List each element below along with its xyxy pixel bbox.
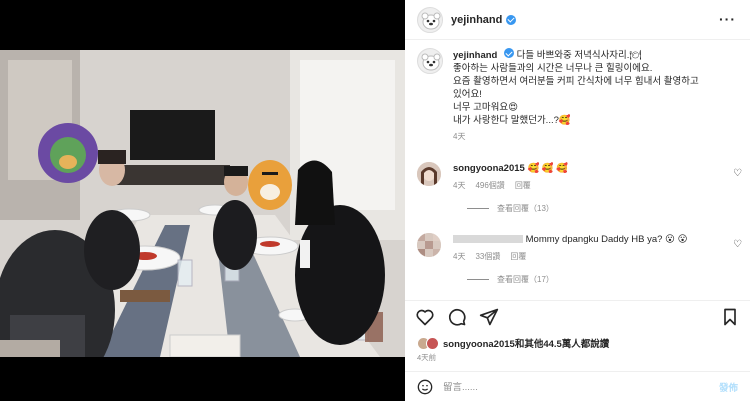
likes-summary[interactable]: songyoona2015和其他44.5萬人都說讚	[417, 336, 609, 350]
reply-button[interactable]: 回覆	[515, 181, 531, 190]
author-username[interactable]: yejinhand	[451, 14, 502, 26]
comment-likes[interactable]: 496個讚	[475, 181, 504, 190]
post-actions-section: songyoona2015和其他44.5萬人都說讚 4天前 發佈	[405, 300, 750, 401]
commenter-avatar[interactable]	[417, 162, 441, 186]
post-comment-button[interactable]: 發佈	[719, 380, 738, 394]
comment-time: 4天	[453, 181, 466, 190]
view-replies-label: 查看回覆（17）	[497, 275, 554, 284]
verified-badge-icon	[503, 48, 514, 58]
view-replies-button[interactable]: 查看回覆（13）	[467, 203, 742, 214]
caption-line: 있어요!	[453, 89, 482, 100]
comment-time: 4天	[453, 252, 466, 261]
comment-bubble-icon[interactable]	[447, 307, 467, 327]
comment-item: Mommy dpangku Daddy HB ya? 😮 😮 ♡ 4天 33個讚 回…	[417, 233, 742, 285]
posted-time: 4天前	[417, 353, 437, 362]
action-buttons	[415, 307, 499, 327]
comment-username[interactable]: songyoona2015	[453, 163, 525, 174]
author-avatar[interactable]	[417, 6, 443, 33]
reply-button[interactable]: 回覆	[510, 252, 526, 261]
view-replies-label: 查看回覆（13）	[497, 204, 554, 213]
caption-line: 요즘 촬영하면서 여러분들 커피 간식차에 너무 힘내서 촬영하고	[453, 76, 699, 87]
likes-rest[interactable]: 和其他44.5萬人都說讚	[515, 339, 610, 350]
post-header: yejinhand ···	[405, 0, 750, 40]
divider	[467, 279, 489, 280]
heart-outline-icon[interactable]: ♡	[733, 168, 742, 179]
post-caption: yejinhand 다들 바쁘와중 저녁식사자리.🍽 좋아하는 사람들과의 시간…	[417, 48, 742, 142]
caption-line: 다들 바쁘와중 저녁식사자리.🍽	[516, 50, 642, 61]
share-send-icon[interactable]	[479, 307, 499, 327]
comment-text: Mommy dpangku Daddy HB ya? 😮 😮	[525, 234, 688, 245]
post-photo[interactable]	[0, 50, 405, 357]
caption-line: 내가 사랑한다 말했던가...?🥰	[453, 115, 571, 126]
like-heart-icon[interactable]	[415, 307, 435, 327]
comment-input[interactable]	[443, 381, 719, 393]
verified-badge-icon	[506, 14, 517, 25]
caption-avatar[interactable]	[417, 48, 443, 74]
caption-username[interactable]: yejinhand	[453, 50, 497, 61]
caption-line: 너무 고마워요😍	[453, 102, 518, 113]
blurred-username	[453, 235, 523, 244]
view-replies-button[interactable]: 查看回覆（17）	[467, 274, 742, 285]
add-comment-bar: 發佈	[405, 371, 750, 401]
bookmark-icon[interactable]	[720, 307, 740, 327]
comment-item: songyoona2015 🥰 🥰 🥰 ♡ 4天 496個讚 回覆 查看回覆（13）	[417, 162, 742, 214]
post-media	[0, 0, 405, 401]
comment-likes[interactable]: 33個讚	[475, 252, 500, 261]
likes-user[interactable]: songyoona2015	[443, 339, 515, 350]
heart-outline-icon[interactable]: ♡	[733, 239, 742, 250]
comment-text: 🥰 🥰 🥰	[527, 163, 569, 174]
emoji-icon[interactable]	[417, 379, 433, 395]
post-panel: yejinhand ··· yejinhand 다들 바쁘와중 저녁식사자리.🍽…	[405, 0, 750, 401]
divider	[467, 208, 489, 209]
commenter-avatar[interactable]	[417, 233, 441, 257]
caption-line: 좋아하는 사람들과의 시간은 너무나 큰 힐링이에요.	[453, 63, 653, 74]
caption-time: 4天	[453, 132, 466, 141]
more-options-icon[interactable]: ···	[719, 11, 736, 27]
liker-avatar	[426, 336, 439, 350]
